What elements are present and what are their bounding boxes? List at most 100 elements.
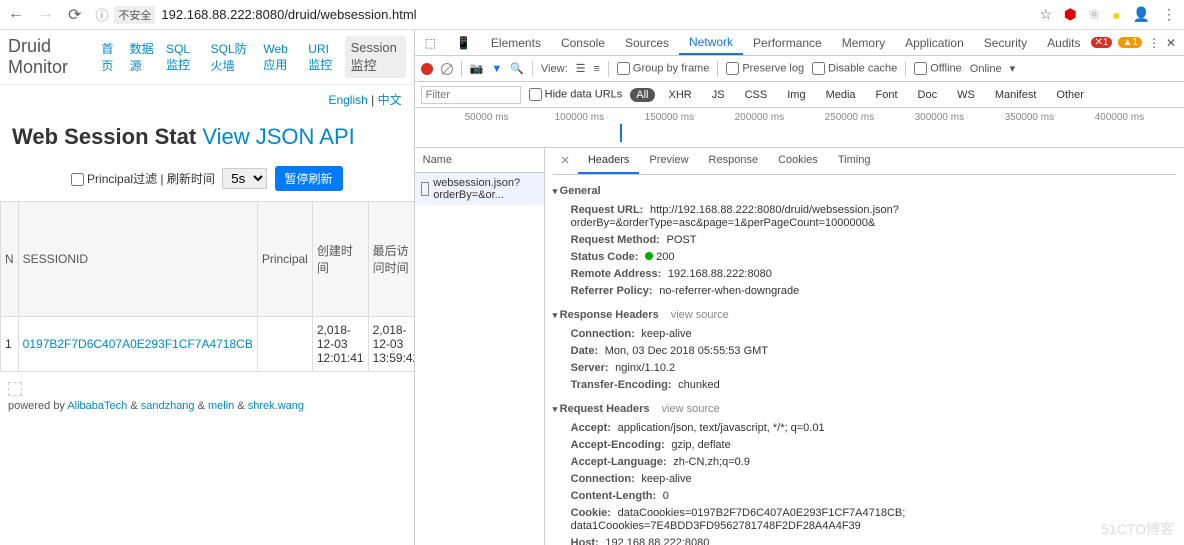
preserve-log-checkbox[interactable]: Preserve log: [726, 62, 804, 75]
col-principal[interactable]: Principal: [257, 202, 312, 317]
principal-filter-checkbox[interactable]: [71, 173, 84, 186]
record-icon[interactable]: [421, 63, 433, 75]
warning-count[interactable]: ▲1: [1118, 37, 1141, 48]
type-doc[interactable]: Doc: [912, 88, 944, 102]
tab-sources[interactable]: Sources: [615, 30, 679, 55]
close-detail-icon[interactable]: ✕: [553, 148, 578, 174]
profile-icon[interactable]: 👤: [1133, 6, 1150, 23]
tab-audits[interactable]: Audits: [1037, 30, 1090, 55]
type-manifest[interactable]: Manifest: [989, 88, 1043, 102]
status-dot-icon: [645, 252, 653, 260]
throttle-select[interactable]: Online: [970, 63, 1002, 75]
tab-console[interactable]: Console: [551, 30, 615, 55]
type-js[interactable]: JS: [706, 88, 731, 102]
session-id-link[interactable]: 0197B2F7D6C407A0E293F1CF7A4718CB: [18, 317, 257, 372]
type-img[interactable]: Img: [781, 88, 811, 102]
capture-icon[interactable]: 📷: [470, 62, 484, 75]
menu-icon[interactable]: ⋮: [1162, 6, 1176, 23]
browser-bar: ← → ⟳ ⓘ 不安全 192.168.88.222:8080/druid/we…: [0, 0, 1184, 30]
response-headers-section[interactable]: Response Headersview source: [553, 305, 1176, 325]
col-name[interactable]: Name: [415, 148, 544, 173]
refresh-select[interactable]: 5s: [222, 168, 267, 189]
insecure-badge: 不安全: [114, 6, 155, 24]
address-bar[interactable]: ⓘ 不安全 192.168.88.222:8080/druid/websessi…: [95, 5, 1039, 24]
inspect-icon[interactable]: ⬚: [415, 30, 446, 55]
link-sandzhang[interactable]: sandzhang: [141, 400, 195, 412]
settings-icon[interactable]: ⋮: [1148, 36, 1160, 50]
tab-elements[interactable]: Elements: [481, 30, 551, 55]
view-source-link[interactable]: view source: [671, 309, 729, 321]
tab-network[interactable]: Network: [679, 30, 743, 55]
tab-performance[interactable]: Performance: [743, 30, 832, 55]
device-icon[interactable]: 📱: [446, 30, 481, 55]
forward-icon[interactable]: →: [38, 5, 54, 25]
pause-refresh-button[interactable]: 暂停刷新: [275, 166, 343, 191]
nav-home[interactable]: 首页: [101, 40, 117, 74]
timeline[interactable]: 50000 ms 100000 ms 150000 ms 200000 ms 2…: [415, 108, 1184, 148]
request-list: Name websession.json?orderBy=&or...: [415, 148, 545, 545]
info-icon: ⓘ: [95, 5, 108, 24]
nav-session[interactable]: Session监控: [345, 36, 406, 78]
ext-icon-2[interactable]: ●: [1112, 7, 1120, 23]
link-melin[interactable]: melin: [208, 400, 234, 412]
watermark: 51CTO博客: [1101, 519, 1174, 539]
lang-cn[interactable]: 中文: [378, 93, 402, 107]
table-row: 1 0197B2F7D6C407A0E293F1CF7A4718CB 2,018…: [1, 317, 415, 372]
col-n[interactable]: N: [1, 202, 19, 317]
nav-uri[interactable]: URI监控: [308, 42, 338, 73]
footer: powered by AlibabaTech & sandzhang & mel…: [0, 372, 414, 422]
general-section[interactable]: General: [553, 181, 1176, 201]
filter-input[interactable]: [421, 86, 521, 104]
view-source-link[interactable]: view source: [662, 403, 720, 415]
nav-web[interactable]: Web应用: [263, 42, 296, 73]
type-all[interactable]: All: [630, 88, 654, 102]
view-large-icon[interactable]: ☰: [576, 62, 586, 75]
tab-memory[interactable]: Memory: [832, 30, 895, 55]
type-css[interactable]: CSS: [739, 88, 774, 102]
back-icon[interactable]: ←: [8, 5, 24, 25]
request-detail: ✕ Headers Preview Response Cookies Timin…: [545, 148, 1184, 545]
disable-cache-checkbox[interactable]: Disable cache: [812, 62, 897, 75]
col-create[interactable]: 创建时间: [312, 202, 368, 317]
subtab-timing[interactable]: Timing: [828, 148, 881, 174]
star-icon[interactable]: ☆: [1040, 6, 1053, 23]
type-xhr[interactable]: XHR: [663, 88, 698, 102]
col-last[interactable]: 最后访问时间: [368, 202, 415, 317]
group-frame-checkbox[interactable]: Group by frame: [617, 62, 709, 75]
page-title: Web Session Stat View JSON API: [0, 114, 414, 160]
type-font[interactable]: Font: [870, 88, 904, 102]
subtab-preview[interactable]: Preview: [639, 148, 698, 174]
subtab-headers[interactable]: Headers: [578, 148, 640, 174]
adblock-icon[interactable]: ⬢: [1064, 6, 1076, 23]
request-headers-section[interactable]: Request Headersview source: [553, 399, 1176, 419]
link-shrek[interactable]: shrek.wang: [248, 400, 304, 412]
close-devtools-icon[interactable]: ✕: [1166, 36, 1176, 50]
col-sid[interactable]: SESSIONID: [18, 202, 257, 317]
type-media[interactable]: Media: [820, 88, 862, 102]
devtools-tabs: ⬚ 📱 Elements Console Sources Network Per…: [415, 30, 1184, 56]
type-other[interactable]: Other: [1050, 88, 1090, 102]
subtab-response[interactable]: Response: [699, 148, 769, 174]
clear-icon[interactable]: [441, 63, 453, 75]
ext-icon[interactable]: ❀: [1088, 6, 1100, 23]
tab-security[interactable]: Security: [974, 30, 1037, 55]
nav-datasource[interactable]: 数据源: [130, 40, 154, 74]
search-icon[interactable]: 🔍: [510, 62, 524, 75]
reload-icon[interactable]: ⟳: [68, 5, 81, 25]
timeline-cursor: [620, 124, 622, 142]
request-row[interactable]: websession.json?orderBy=&or...: [415, 173, 544, 205]
view-json-link[interactable]: View JSON API: [202, 124, 354, 149]
error-count[interactable]: ✕1: [1091, 37, 1113, 48]
subtab-cookies[interactable]: Cookies: [768, 148, 828, 174]
link-alibaba[interactable]: AlibabaTech: [67, 400, 127, 412]
lang-en[interactable]: English: [328, 93, 367, 107]
url-text: 192.168.88.222:8080/druid/websession.htm…: [161, 7, 416, 22]
nav-sql[interactable]: SQL监控: [166, 42, 199, 73]
view-small-icon[interactable]: ≡: [594, 63, 600, 75]
hide-dataurls-checkbox[interactable]: Hide data URLs: [529, 88, 623, 101]
filter-icon[interactable]: ▼: [491, 63, 502, 75]
type-ws[interactable]: WS: [951, 88, 981, 102]
offline-checkbox[interactable]: Offline: [914, 62, 962, 75]
nav-wall[interactable]: SQL防火墙: [211, 40, 252, 74]
tab-application[interactable]: Application: [895, 30, 974, 55]
